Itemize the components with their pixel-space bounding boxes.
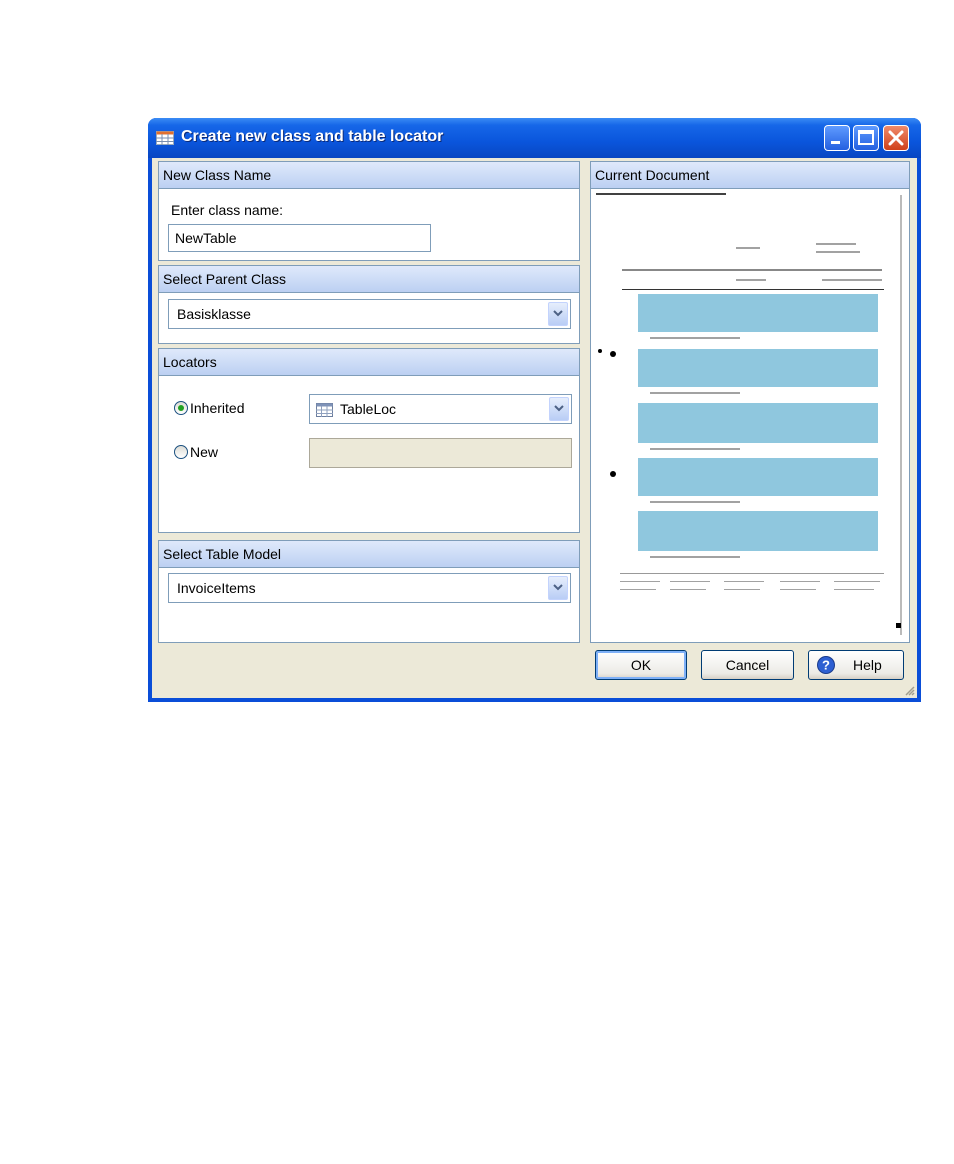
table-model-header: Select Table Model xyxy=(159,541,579,568)
table-model-value: InvoiceItems xyxy=(177,580,256,596)
document-line-item xyxy=(638,458,878,496)
minimize-icon xyxy=(831,141,840,144)
new-label[interactable]: New xyxy=(190,444,218,460)
document-line-item xyxy=(638,511,878,551)
document-line-item xyxy=(638,349,878,387)
inherited-label[interactable]: Inherited xyxy=(190,400,244,416)
table-model-dropdown-button[interactable] xyxy=(548,576,568,600)
chevron-down-icon xyxy=(553,584,563,591)
parent-class-header: Select Parent Class xyxy=(159,266,579,293)
locators-group: Locators Inherited TableLoc New xyxy=(158,348,580,533)
table-icon xyxy=(156,131,174,145)
document-preview[interactable] xyxy=(594,191,906,639)
title-bar[interactable]: Create new class and table locator xyxy=(148,118,921,158)
table-model-select[interactable]: InvoiceItems xyxy=(168,573,571,603)
close-icon xyxy=(888,130,904,146)
new-class-name-group: New Class Name Enter class name: xyxy=(158,161,580,261)
new-locator-input[interactable] xyxy=(309,438,572,468)
parent-class-dropdown-button[interactable] xyxy=(548,302,568,326)
maximize-button[interactable] xyxy=(853,125,879,151)
dialog-client-area: New Class Name Enter class name: Select … xyxy=(152,158,917,698)
ok-button[interactable]: OK xyxy=(595,650,687,680)
dialog-window: Create new class and table locator New C… xyxy=(148,118,921,702)
inherited-radio[interactable] xyxy=(174,401,188,415)
cancel-button[interactable]: Cancel xyxy=(701,650,794,680)
inherited-locator-dropdown-button[interactable] xyxy=(549,397,569,421)
maximize-icon xyxy=(858,130,874,145)
new-class-name-header: New Class Name xyxy=(159,162,579,189)
window-title: Create new class and table locator xyxy=(181,128,444,145)
inherited-locator-value: TableLoc xyxy=(340,401,397,417)
help-label: Help xyxy=(853,657,882,673)
table-model-group: Select Table Model InvoiceItems xyxy=(158,540,580,643)
resize-grip-icon[interactable] xyxy=(903,684,915,696)
new-radio[interactable] xyxy=(174,445,188,459)
svg-text:?: ? xyxy=(822,658,830,673)
close-button[interactable] xyxy=(883,125,909,151)
minimize-button[interactable] xyxy=(824,125,850,151)
document-line-item xyxy=(638,294,878,332)
table-icon xyxy=(316,403,333,417)
chevron-down-icon xyxy=(554,405,564,412)
parent-class-select[interactable]: Basisklasse xyxy=(168,299,571,329)
chevron-down-icon xyxy=(553,310,563,317)
inherited-locator-select[interactable]: TableLoc xyxy=(309,394,572,424)
current-document-group: Current Document xyxy=(590,161,910,643)
locators-header: Locators xyxy=(159,349,579,376)
question-icon: ? xyxy=(817,656,835,674)
class-name-prompt: Enter class name: xyxy=(171,202,284,218)
parent-class-value: Basisklasse xyxy=(177,306,251,322)
help-button[interactable]: ? Help xyxy=(808,650,904,680)
current-document-header: Current Document xyxy=(591,162,909,189)
document-line-item xyxy=(638,403,878,443)
class-name-input[interactable] xyxy=(168,224,431,252)
parent-class-group: Select Parent Class Basisklasse xyxy=(158,265,580,344)
